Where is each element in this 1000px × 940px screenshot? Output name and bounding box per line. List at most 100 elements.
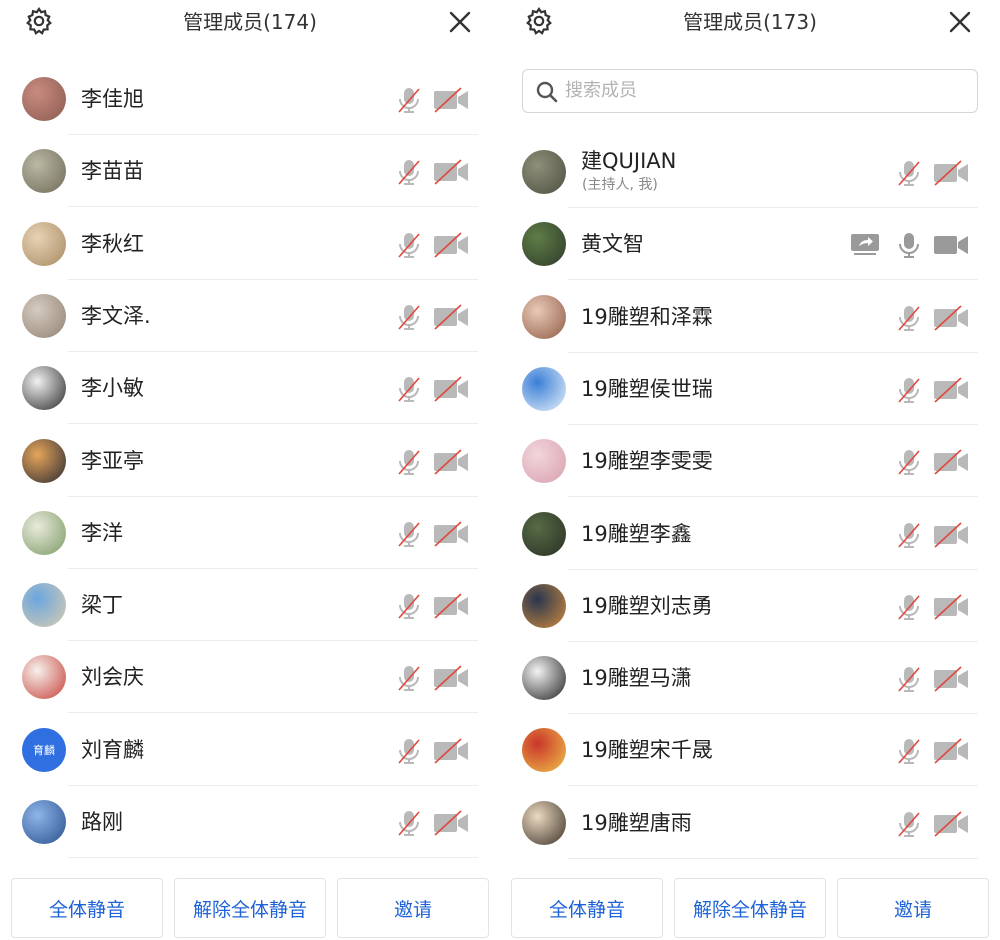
- mic-muted-icon[interactable]: [896, 304, 922, 332]
- invite-button[interactable]: 邀请: [337, 878, 489, 938]
- mic-muted-icon[interactable]: [396, 303, 422, 331]
- member-row[interactable]: 李文泽.: [0, 280, 500, 352]
- search-box[interactable]: [522, 69, 978, 113]
- member-row[interactable]: 刘会庆: [0, 641, 500, 714]
- member-name: 19雕塑李雯雯: [581, 449, 713, 474]
- camera-off-icon[interactable]: [933, 738, 969, 764]
- mic-muted-icon[interactable]: [396, 158, 422, 186]
- member-name: 路刚: [81, 810, 123, 834]
- camera-off-icon[interactable]: [433, 738, 469, 764]
- mic-muted-icon[interactable]: [396, 448, 422, 476]
- mic-muted-icon[interactable]: [896, 737, 922, 765]
- member-row[interactable]: 李苗苗: [0, 135, 500, 208]
- mute-all-button[interactable]: 全体静音: [511, 878, 663, 938]
- camera-off-icon[interactable]: [433, 87, 469, 113]
- avatar: [22, 583, 66, 628]
- member-row[interactable]: 19雕塑侯世瑞: [500, 353, 1000, 425]
- member-row[interactable]: 19雕塑马潇: [500, 642, 1000, 715]
- panel-header: 管理成员(173): [500, 0, 1000, 44]
- close-icon[interactable]: [948, 10, 972, 34]
- member-name: 19雕塑李鑫: [581, 521, 692, 546]
- camera-off-icon[interactable]: [433, 448, 469, 475]
- camera-off-icon[interactable]: [433, 593, 469, 619]
- member-name: 19雕塑刘志勇: [581, 593, 713, 618]
- mic-muted-icon[interactable]: [396, 375, 422, 403]
- member-name: 李秋红: [81, 231, 144, 256]
- member-row[interactable]: 19雕塑宋千晟: [500, 714, 1000, 787]
- member-row[interactable]: 李秋红: [0, 208, 500, 280]
- camera-off-icon[interactable]: [433, 810, 469, 836]
- member-name: 李亚亭: [81, 448, 144, 473]
- member-name: 19雕塑唐雨: [581, 810, 692, 835]
- member-row[interactable]: 19雕塑和泽霖: [500, 281, 1000, 353]
- member-name: 19雕塑和泽霖: [581, 304, 713, 329]
- mic-muted-icon[interactable]: [896, 810, 922, 838]
- member-row[interactable]: 建QUJIAN (主持人, 我): [500, 136, 1000, 208]
- camera-off-icon[interactable]: [433, 304, 469, 330]
- search-input[interactable]: [565, 70, 965, 111]
- avatar-text: 育麟: [33, 743, 55, 757]
- camera-off-icon[interactable]: [433, 159, 469, 185]
- row-divider: [568, 857, 978, 859]
- camera-off-icon[interactable]: [933, 305, 969, 331]
- camera-off-icon[interactable]: [433, 665, 469, 691]
- camera-off-icon[interactable]: [933, 160, 969, 186]
- member-row[interactable]: 梁丁: [0, 569, 500, 642]
- member-row[interactable]: 李洋: [0, 497, 500, 569]
- member-row[interactable]: 育麟 刘育麟: [0, 714, 500, 786]
- avatar: [22, 655, 66, 700]
- member-role: (主持人, 我): [582, 177, 658, 193]
- camera-off-icon[interactable]: [433, 521, 469, 547]
- camera-off-icon[interactable]: [933, 377, 969, 403]
- member-row[interactable]: 路刚: [0, 786, 500, 858]
- unmute-all-button[interactable]: 解除全体静音: [174, 878, 326, 938]
- member-name: 黄文智: [581, 232, 644, 257]
- mic-muted-icon[interactable]: [396, 86, 422, 114]
- mic-muted-icon[interactable]: [896, 376, 922, 404]
- member-name: 李洋: [81, 520, 123, 545]
- mic-muted-icon[interactable]: [396, 809, 422, 837]
- unmute-all-button[interactable]: 解除全体静音: [674, 878, 826, 938]
- close-icon[interactable]: [448, 10, 472, 34]
- avatar: [22, 149, 66, 194]
- member-name: 李苗苗: [81, 159, 144, 184]
- mic-muted-icon[interactable]: [396, 231, 422, 259]
- mic-muted-icon[interactable]: [896, 665, 922, 693]
- screen-share-icon[interactable]: [850, 232, 880, 256]
- avatar: [522, 150, 566, 194]
- member-name: 李佳旭: [81, 87, 144, 111]
- mic-muted-icon[interactable]: [396, 664, 422, 692]
- avatar: [22, 510, 66, 555]
- row-divider: [68, 857, 478, 858]
- camera-off-icon[interactable]: [433, 232, 469, 258]
- member-row[interactable]: 19雕塑唐雨: [500, 787, 1000, 859]
- mic-muted-icon[interactable]: [396, 520, 422, 548]
- member-row[interactable]: 19雕塑李雯雯: [500, 425, 1000, 498]
- mic-muted-icon[interactable]: [896, 159, 922, 187]
- member-row[interactable]: 李亚亭: [0, 425, 500, 497]
- camera-off-icon[interactable]: [933, 594, 969, 620]
- camera-icon[interactable]: [933, 232, 969, 258]
- mic-muted-icon[interactable]: [396, 592, 422, 620]
- member-row[interactable]: 黄文智: [500, 208, 1000, 281]
- camera-off-icon[interactable]: [933, 811, 969, 837]
- camera-off-icon[interactable]: [433, 376, 469, 402]
- microphone-icon[interactable]: [896, 231, 922, 259]
- mic-muted-icon[interactable]: [896, 521, 922, 549]
- invite-button[interactable]: 邀请: [837, 878, 989, 938]
- mute-all-button[interactable]: 全体静音: [11, 878, 163, 938]
- camera-off-icon[interactable]: [933, 449, 969, 475]
- avatar: 育麟: [22, 727, 66, 772]
- member-row[interactable]: 19雕塑李鑫: [500, 498, 1000, 570]
- camera-off-icon[interactable]: [933, 521, 969, 548]
- mic-muted-icon[interactable]: [396, 737, 422, 765]
- member-row[interactable]: 19雕塑刘志勇: [500, 570, 1000, 642]
- mic-muted-icon[interactable]: [896, 593, 922, 621]
- avatar: [522, 728, 566, 773]
- member-row[interactable]: 李小敏: [0, 352, 500, 425]
- avatar: [22, 438, 66, 483]
- avatar: [522, 222, 566, 267]
- member-row[interactable]: 李佳旭: [0, 63, 500, 135]
- mic-muted-icon[interactable]: [896, 448, 922, 476]
- camera-off-icon[interactable]: [933, 666, 969, 692]
